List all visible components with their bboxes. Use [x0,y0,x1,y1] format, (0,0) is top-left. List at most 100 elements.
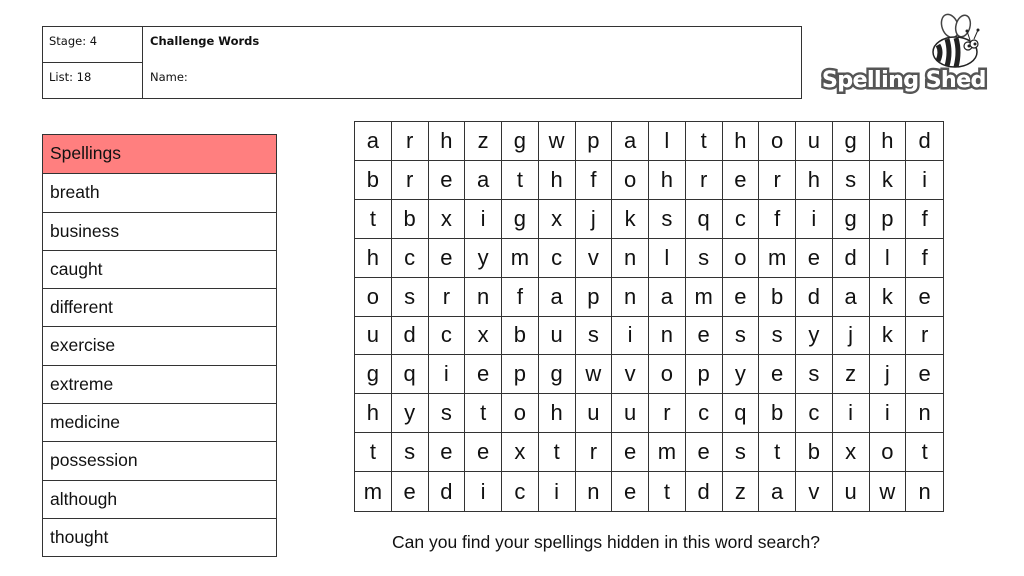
grid-cell[interactable]: v [575,238,613,278]
grid-cell[interactable]: c [538,238,576,278]
grid-cell[interactable]: r [759,160,796,200]
grid-cell[interactable]: f [759,199,796,239]
grid-cell[interactable]: c [428,316,466,356]
grid-cell[interactable]: e [392,472,429,511]
grid-cell[interactable]: c [722,199,760,239]
grid-cell[interactable]: x [465,316,502,356]
grid-cell[interactable]: b [502,316,539,356]
grid-cell[interactable]: r [906,317,943,356]
grid-cell[interactable]: b [391,199,429,239]
grid-cell[interactable]: s [832,160,870,200]
grid-cell[interactable]: g [832,199,870,239]
grid-cell[interactable]: z [465,122,502,161]
grid-cell[interactable]: k [612,199,649,239]
grid-cell[interactable]: o [612,160,649,200]
grid-cell[interactable]: i [465,472,502,511]
grid-cell[interactable]: v [796,472,833,511]
grid-cell[interactable]: f [502,277,539,317]
grid-cell[interactable]: a [355,122,392,161]
grid-cell[interactable]: j [869,355,907,395]
grid-cell[interactable]: e [685,433,723,473]
grid-cell[interactable]: q [722,394,760,434]
grid-cell[interactable]: t [649,472,686,511]
name-field[interactable]: Name: [143,63,801,99]
grid-cell[interactable]: r [391,160,429,200]
grid-cell[interactable]: s [391,433,429,473]
grid-cell[interactable]: y [465,238,502,278]
grid-cell[interactable]: b [355,160,392,200]
grid-cell[interactable]: v [612,355,649,395]
grid-cell[interactable]: b [759,394,796,434]
grid-cell[interactable]: s [685,238,723,278]
grid-cell[interactable]: x [502,433,539,473]
grid-cell[interactable]: m [649,433,686,473]
grid-cell[interactable]: r [649,394,686,434]
grid-cell[interactable]: i [796,199,833,239]
grid-cell[interactable]: i [428,355,466,395]
grid-cell[interactable]: y [796,316,833,356]
grid-cell[interactable]: h [722,122,760,161]
grid-cell[interactable]: w [538,122,576,161]
grid-cell[interactable]: t [355,433,392,473]
grid-cell[interactable]: u [612,394,649,434]
grid-cell[interactable]: d [686,472,723,511]
grid-cell[interactable]: n [465,277,502,317]
grid-cell[interactable]: g [832,122,870,161]
grid-cell[interactable]: d [391,316,429,356]
grid-cell[interactable]: t [502,160,539,200]
grid-cell[interactable]: e [759,355,796,395]
grid-cell[interactable]: p [575,122,613,161]
grid-cell[interactable]: t [906,433,943,473]
grid-cell[interactable]: g [538,355,576,395]
grid-cell[interactable]: e [796,238,833,278]
grid-cell[interactable]: f [906,200,943,239]
grid-cell[interactable]: n [576,472,613,511]
grid-cell[interactable]: x [538,199,576,239]
grid-cell[interactable]: s [649,199,686,239]
grid-cell[interactable]: b [759,277,796,317]
grid-cell[interactable]: c [685,394,723,434]
grid-cell[interactable]: i [832,394,870,434]
grid-cell[interactable]: g [502,122,539,161]
grid-cell[interactable]: w [575,355,613,395]
grid-cell[interactable]: g [502,199,539,239]
grid-cell[interactable]: p [869,199,907,239]
grid-cell[interactable]: p [502,355,539,395]
grid-cell[interactable]: a [759,472,796,511]
grid-cell[interactable]: k [869,160,907,200]
grid-cell[interactable]: m [355,472,392,511]
grid-cell[interactable]: t [538,433,576,473]
grid-cell[interactable]: o [869,433,907,473]
grid-cell[interactable]: e [612,433,649,473]
grid-cell[interactable]: x [428,199,466,239]
grid-cell[interactable]: s [796,355,833,395]
grid-cell[interactable]: h [355,394,392,434]
grid-cell[interactable]: r [391,122,429,161]
grid-cell[interactable]: s [575,316,613,356]
grid-cell[interactable]: a [832,277,870,317]
grid-cell[interactable]: o [759,122,796,161]
grid-cell[interactable]: n [649,316,686,356]
grid-cell[interactable]: i [612,316,649,356]
grid-cell[interactable]: o [722,238,760,278]
grid-cell[interactable]: c [391,238,429,278]
grid-cell[interactable]: h [869,122,907,161]
grid-cell[interactable]: p [575,277,613,317]
grid-cell[interactable]: a [649,277,686,317]
grid-cell[interactable]: k [869,316,907,356]
grid-cell[interactable]: t [465,394,502,434]
grid-cell[interactable]: i [869,394,907,434]
grid-cell[interactable]: p [685,355,723,395]
grid-cell[interactable]: t [759,433,796,473]
grid-cell[interactable]: h [538,394,576,434]
grid-cell[interactable]: s [722,316,760,356]
grid-cell[interactable]: f [575,160,613,200]
grid-cell[interactable]: l [869,238,907,278]
grid-cell[interactable]: u [355,316,392,356]
grid-cell[interactable]: e [428,238,466,278]
grid-cell[interactable]: o [649,355,686,395]
grid-cell[interactable]: j [832,316,870,356]
grid-cell[interactable]: q [391,355,429,395]
grid-cell[interactable]: i [906,161,943,200]
grid-cell[interactable]: h [796,160,833,200]
